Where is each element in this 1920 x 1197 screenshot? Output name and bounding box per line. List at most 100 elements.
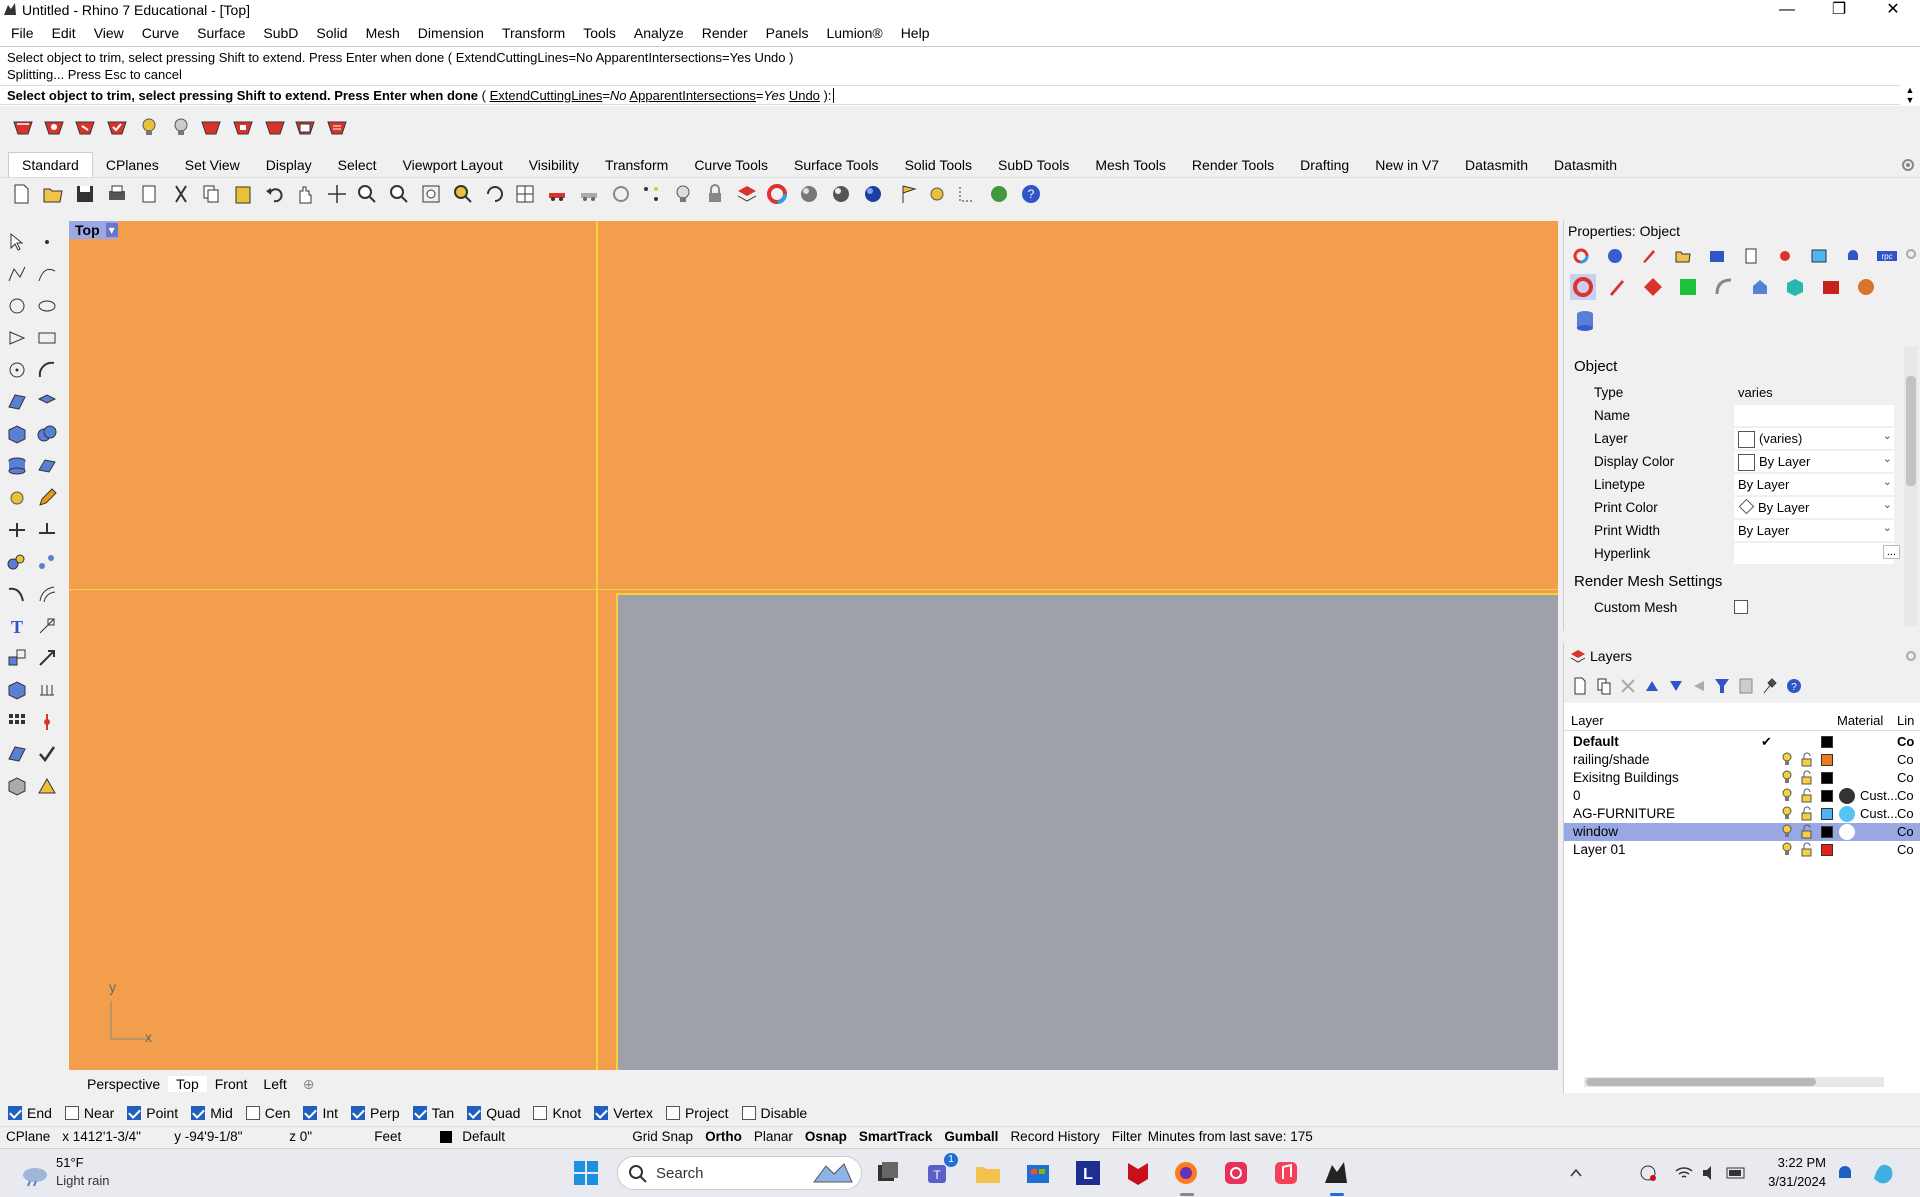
block-icon[interactable] <box>6 679 28 701</box>
tools-icon[interactable] <box>1762 677 1778 695</box>
layer-name[interactable]: Default <box>1573 734 1619 749</box>
green-square-icon[interactable] <box>1677 276 1699 298</box>
viewport-title[interactable]: Top ▾ <box>69 221 118 239</box>
layer-color-swatch[interactable] <box>1821 808 1833 820</box>
rotate-icon[interactable] <box>484 183 506 205</box>
osnap-checkbox[interactable] <box>191 1106 206 1120</box>
layer-unlock-icon[interactable] <box>1801 806 1813 821</box>
layer-material-swatch[interactable] <box>1839 806 1855 822</box>
osnap-knot[interactable]: Knot <box>533 1105 581 1121</box>
notification-bell-icon[interactable] <box>1836 1163 1854 1183</box>
smarttrack-toggle[interactable]: SmartTrack <box>853 1129 939 1144</box>
zoom-window-icon[interactable] <box>388 183 410 205</box>
move-parent-icon[interactable] <box>1692 679 1706 693</box>
image-icon[interactable] <box>1810 247 1828 265</box>
filter-icon[interactable] <box>1714 677 1730 695</box>
taskbar-search[interactable]: Search <box>617 1156 862 1190</box>
tab-set-view[interactable]: Set View <box>172 157 253 173</box>
layer-color-swatch[interactable] <box>1821 826 1833 838</box>
chevron-down-icon[interactable]: ⌄ <box>1883 452 1892 465</box>
viewport-name[interactable]: Top <box>69 222 106 238</box>
tab-select[interactable]: Select <box>325 157 390 173</box>
drafting-icon[interactable] <box>36 775 58 797</box>
lumion-icon[interactable] <box>294 116 316 138</box>
curve-piping-icon[interactable] <box>1713 276 1735 298</box>
check-icon[interactable] <box>36 743 58 765</box>
layer-unlock-icon[interactable] <box>1801 842 1813 857</box>
ortho-toggle[interactable]: Ortho <box>699 1129 748 1144</box>
view-tab-front[interactable]: Front <box>207 1076 256 1092</box>
layer-name[interactable]: 0 <box>1573 788 1581 803</box>
option-extend-cutting-lines[interactable]: ExtendCuttingLines <box>490 88 603 103</box>
layer-dropdown[interactable]: (varies) <box>1734 428 1894 449</box>
light-bulb-icon[interactable] <box>672 183 694 205</box>
menu-render[interactable]: Render <box>693 25 757 41</box>
move-up-icon[interactable] <box>1644 679 1660 693</box>
menu-surface[interactable]: Surface <box>188 25 254 41</box>
current-layer[interactable]: Default <box>456 1129 626 1144</box>
folder-icon[interactable] <box>1674 247 1692 265</box>
join-icon[interactable] <box>6 551 28 573</box>
tab-curve-tools[interactable]: Curve Tools <box>681 157 781 173</box>
task-view-icon[interactable] <box>874 1159 902 1187</box>
osnap-tan[interactable]: Tan <box>412 1105 454 1121</box>
layer-color-swatch[interactable] <box>1821 844 1833 856</box>
new-sublayer-icon[interactable] <box>1596 677 1612 695</box>
layers-hscroll[interactable] <box>1584 1077 1884 1087</box>
layer-color-swatch[interactable] <box>1821 736 1833 748</box>
analyze-icon[interactable] <box>6 743 28 765</box>
trim-icon[interactable] <box>6 519 28 541</box>
custom-mesh-checkbox[interactable] <box>1734 600 1748 614</box>
viewport-dropdown-icon[interactable]: ▾ <box>105 223 118 237</box>
column-linetype[interactable]: Lin <box>1897 713 1914 728</box>
scroll-thumb[interactable] <box>1586 1078 1816 1086</box>
tab-datasmith-2[interactable]: Datasmith <box>1541 157 1630 173</box>
circle-icon[interactable] <box>6 295 28 317</box>
clock-time[interactable]: 3:22 PM <box>1766 1155 1826 1170</box>
chevron-down-icon[interactable]: ⌄ <box>1883 475 1892 488</box>
layer-visible-bulb-icon[interactable] <box>1781 824 1793 839</box>
osnap-end[interactable]: End <box>8 1105 52 1121</box>
tab-cplanes[interactable]: CPlanes <box>93 157 172 173</box>
brush-icon[interactable] <box>1640 247 1658 265</box>
rotate-view-icon[interactable] <box>326 183 348 205</box>
layer-material-name[interactable]: Cust... <box>1860 788 1898 803</box>
hyperlink-browse-button[interactable]: ... <box>1882 545 1900 559</box>
view-tab-top[interactable]: Top <box>168 1076 207 1092</box>
grid-icon[interactable] <box>36 679 58 701</box>
osnap-toggle[interactable]: Osnap <box>799 1129 853 1144</box>
gear-icon[interactable] <box>1904 649 1918 663</box>
music-icon[interactable] <box>1272 1159 1300 1187</box>
layer-name[interactable]: window <box>1573 824 1618 839</box>
point-icon[interactable] <box>36 231 58 253</box>
osnap-checkbox[interactable] <box>8 1106 22 1120</box>
select-points-icon[interactable] <box>640 183 662 205</box>
rendered-sphere-icon[interactable] <box>830 183 852 205</box>
gear-icon[interactable] <box>1904 247 1918 261</box>
menu-transform[interactable]: Transform <box>493 25 574 41</box>
tab-visibility[interactable]: Visibility <box>516 157 592 173</box>
layer-unlock-icon[interactable] <box>1801 770 1813 785</box>
layer-material-swatch[interactable] <box>1839 788 1855 804</box>
display-color-dropdown[interactable]: By Layer <box>1734 451 1894 472</box>
boolean-icon[interactable] <box>36 423 58 445</box>
gumball-toggle[interactable]: Gumball <box>938 1129 1004 1144</box>
extrude-surface-icon[interactable] <box>36 391 58 413</box>
layer-linetype[interactable]: Co <box>1897 788 1914 803</box>
shaded-sphere-icon[interactable] <box>798 183 820 205</box>
move-down-icon[interactable] <box>1668 679 1684 693</box>
layer-linetype[interactable]: Co <box>1897 770 1914 785</box>
close-button[interactable]: ✕ <box>1870 0 1916 20</box>
gear-icon[interactable] <box>1900 157 1916 173</box>
layer-row[interactable]: railing/shade Co <box>1564 751 1920 769</box>
box-icon[interactable] <box>6 423 28 445</box>
color-wheel-icon[interactable] <box>1572 247 1590 265</box>
option-apparent-intersections[interactable]: ApparentIntersections <box>629 88 755 103</box>
cube-icon[interactable] <box>1784 276 1806 298</box>
cylinder-icon[interactable] <box>6 455 28 477</box>
layer-name[interactable]: Layer 01 <box>1573 842 1626 857</box>
osnap-near[interactable]: Near <box>64 1105 114 1121</box>
tab-mesh-tools[interactable]: Mesh Tools <box>1082 157 1179 173</box>
menu-view[interactable]: View <box>85 25 133 41</box>
database-icon[interactable] <box>1574 309 1596 333</box>
